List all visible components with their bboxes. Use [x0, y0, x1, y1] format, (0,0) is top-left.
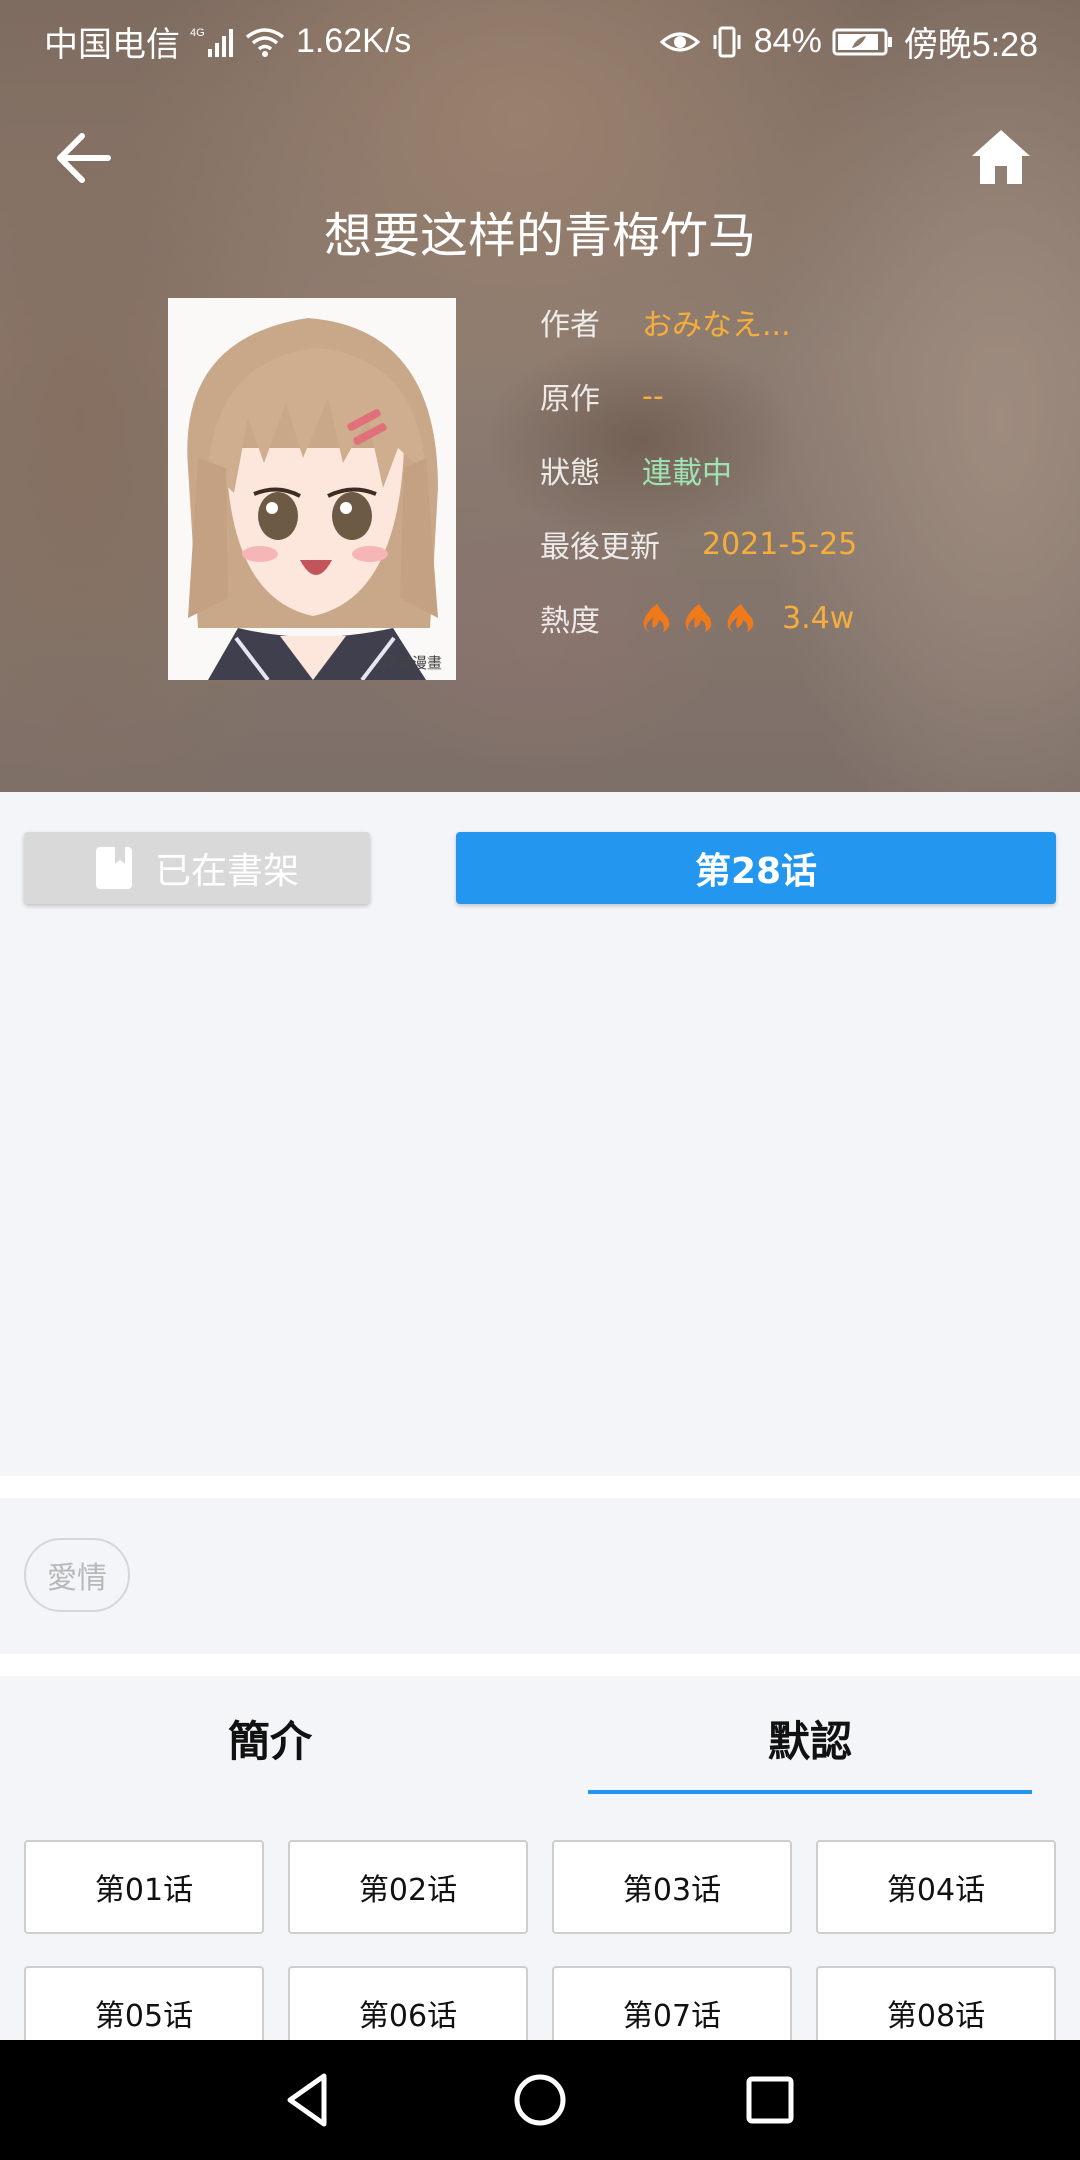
- tab-default[interactable]: 默認: [540, 1686, 1080, 1796]
- system-navigation-bar: [0, 2040, 1080, 2160]
- header-backdrop: 中国电信 4G 1.62K/s 84% 傍晚5:28 想要这样的青梅竹马 拷貝漫…: [0, 0, 1080, 792]
- section-divider: [0, 1476, 1080, 1498]
- on-bookshelf-button[interactable]: 已在書架: [24, 832, 370, 904]
- eye-comfort-icon: [659, 27, 700, 57]
- cover-watermark: 拷貝漫畫: [382, 654, 442, 672]
- battery-icon: [832, 26, 894, 58]
- bookmark-book-icon: [95, 847, 132, 889]
- wifi-icon: [244, 26, 286, 58]
- tab-indicator: [588, 1790, 1032, 1794]
- home-button[interactable]: [968, 124, 1034, 190]
- cover-image[interactable]: 拷貝漫畫: [168, 298, 456, 680]
- updated-value: 2021-5-25: [702, 526, 858, 562]
- square-recents-icon: [746, 2076, 794, 2124]
- detail-tabs: 簡介 默認: [0, 1686, 1080, 1796]
- genre-tag-label: 愛情: [47, 1561, 107, 1596]
- author-label: 作者: [540, 308, 600, 343]
- on-bookshelf-label: 已在書架: [154, 851, 299, 892]
- continue-reading-label: 第28话: [694, 851, 818, 892]
- continue-reading-button[interactable]: 第28话: [456, 832, 1056, 904]
- flame-icon: [727, 604, 754, 633]
- chapter-button[interactable]: 第01话: [24, 1840, 264, 1934]
- nav-recents-button[interactable]: [740, 2070, 800, 2130]
- chapter-button[interactable]: 第04话: [816, 1840, 1056, 1934]
- status-bar: 中国电信 4G 1.62K/s 84% 傍晚5:28: [0, 0, 1080, 76]
- arrow-left-icon: [57, 133, 111, 183]
- flame-icon: [643, 604, 670, 633]
- status-value: 連載中: [642, 456, 732, 491]
- chapter-button[interactable]: 第02话: [288, 1840, 528, 1934]
- heat-rating: 3.4w: [642, 601, 854, 636]
- triangle-back-icon: [287, 2073, 327, 2127]
- flame-icon: [685, 604, 712, 633]
- author-value[interactable]: おみなえ...: [642, 300, 791, 344]
- comic-title: 想要这样的青梅竹马: [323, 208, 756, 264]
- heat-value: 3.4w: [782, 600, 855, 636]
- chapter-button[interactable]: 第03话: [552, 1840, 792, 1934]
- heat-label: 熱度: [540, 604, 600, 639]
- original-label: 原作: [540, 382, 600, 417]
- nav-back-button[interactable]: [278, 2070, 338, 2130]
- carrier-name: 中国电信: [44, 26, 180, 64]
- nav-home-button[interactable]: [510, 2070, 570, 2130]
- home-icon: [972, 130, 1030, 184]
- network-speed: 1.62K/s: [296, 22, 412, 60]
- vibrate-icon: [710, 25, 744, 59]
- section-divider: [0, 1654, 1080, 1676]
- battery-percent: 84%: [753, 22, 822, 60]
- svg-text:4G: 4G: [190, 27, 205, 39]
- back-button[interactable]: [52, 126, 116, 190]
- original-value: --: [642, 378, 664, 414]
- status-label: 狀態: [540, 456, 600, 491]
- updated-label: 最後更新: [540, 530, 660, 565]
- tab-intro[interactable]: 簡介: [0, 1686, 540, 1796]
- clock: 傍晚5:28: [903, 26, 1038, 64]
- signal-icon: 4G: [190, 25, 234, 59]
- circle-home-icon: [514, 2074, 566, 2126]
- genre-tag[interactable]: 愛情: [24, 1538, 130, 1612]
